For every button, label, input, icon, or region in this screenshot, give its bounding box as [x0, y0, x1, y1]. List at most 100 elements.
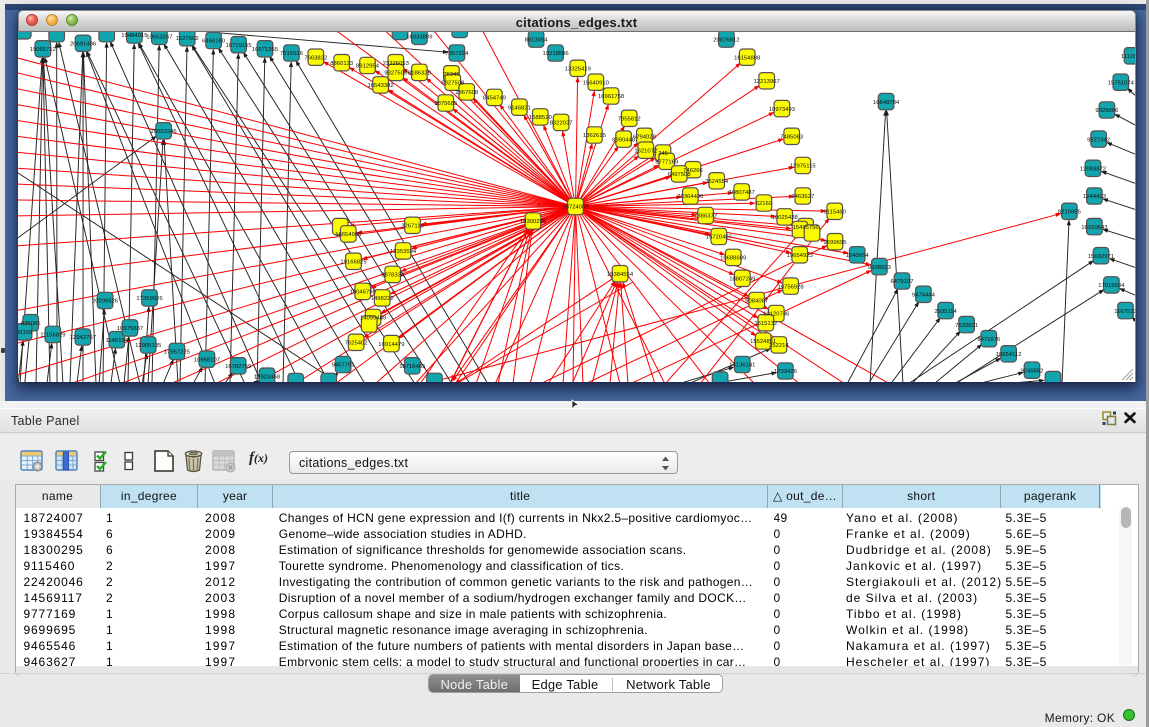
svg-text:20876812: 20876812 [713, 37, 739, 43]
svg-text:8813054: 8813054 [525, 37, 549, 43]
svg-text:835081: 835081 [21, 321, 41, 327]
svg-text:20053346: 20053346 [150, 129, 177, 135]
svg-text:16543382: 16543382 [367, 83, 393, 89]
svg-text:16671355: 16671355 [252, 47, 279, 53]
svg-text:9329966: 9329966 [1095, 108, 1119, 114]
svg-text:9146821: 9146821 [508, 105, 531, 111]
svg-text:18724007: 18724007 [562, 205, 588, 211]
svg-text:16654965: 16654965 [335, 232, 362, 238]
svg-text:1498222: 1498222 [371, 296, 394, 302]
svg-text:10046798: 10046798 [350, 290, 377, 296]
svg-text:10688609: 10688609 [720, 256, 746, 262]
svg-text:8322037: 8322037 [550, 121, 573, 127]
svg-text:3267110: 3267110 [401, 224, 424, 230]
svg-text:19166829: 19166829 [340, 260, 366, 266]
svg-text:9457791: 9457791 [332, 363, 355, 369]
svg-text:2867608: 2867608 [455, 90, 479, 96]
svg-text:6466160: 6466160 [202, 39, 226, 45]
svg-text:9327500: 9327500 [384, 71, 408, 77]
svg-text:15692971: 15692971 [1088, 254, 1114, 260]
svg-text:14136141: 14136141 [729, 363, 755, 369]
svg-text:7632621: 7632621 [955, 323, 978, 329]
svg-text:1733426: 1733426 [774, 369, 798, 375]
svg-text:12905135: 12905135 [135, 343, 162, 349]
svg-text:1145194: 1145194 [106, 338, 129, 344]
svg-text:7625402: 7625402 [345, 341, 368, 347]
svg-text:9777169: 9777169 [655, 160, 678, 166]
svg-text:16033809: 16033809 [406, 35, 432, 41]
svg-text:12923468: 12923468 [254, 374, 281, 380]
svg-text:7386372: 7386372 [694, 214, 717, 220]
svg-text:12093872: 12093872 [1080, 167, 1106, 173]
svg-text:1621072: 1621072 [634, 148, 657, 154]
svg-text:16961758: 16961758 [598, 94, 625, 100]
svg-text:18300295: 18300295 [520, 219, 547, 225]
svg-text:15716485: 15716485 [399, 364, 426, 370]
svg-text:16648784: 16648784 [873, 100, 900, 106]
svg-text:18807249: 18807249 [729, 277, 755, 283]
svg-text:10025438: 10025438 [772, 215, 799, 221]
svg-text:8878334: 8878334 [381, 273, 405, 279]
svg-text:10654112: 10654112 [996, 352, 1022, 358]
svg-text:12353594: 12353594 [390, 249, 417, 255]
svg-text:39159: 39159 [18, 330, 32, 336]
svg-text:1640954: 1640954 [846, 253, 870, 259]
svg-text:16914479: 16914479 [378, 342, 404, 348]
svg-text:1527602: 1527602 [176, 36, 199, 42]
svg-text:19055712: 19055712 [30, 47, 56, 53]
svg-text:11156829: 11156829 [40, 333, 65, 339]
svg-text:17957225: 17957225 [164, 350, 191, 356]
svg-text:20364436: 20364436 [677, 194, 704, 200]
svg-text:12975115: 12975115 [790, 164, 816, 170]
svg-text:1615132: 1615132 [754, 321, 777, 327]
svg-text:10120746: 10120746 [763, 312, 790, 318]
svg-text:13325419: 13325419 [565, 67, 591, 73]
svg-text:17359926: 17359926 [136, 296, 163, 302]
svg-text:17016504: 17016504 [1098, 283, 1125, 289]
svg-text:8912954: 8912954 [356, 64, 380, 70]
svg-text:7485063: 7485063 [780, 135, 804, 141]
svg-text:62160: 62160 [756, 201, 773, 207]
svg-text:8454749: 8454749 [483, 96, 506, 102]
svg-text:19756928: 19756928 [777, 284, 804, 290]
svg-text:1244413: 1244413 [1083, 194, 1107, 200]
svg-text:9938923: 9938923 [868, 265, 892, 271]
svg-text:8860123: 8860123 [330, 61, 354, 67]
svg-text:9474444: 9474444 [912, 293, 936, 299]
svg-text:6794028: 6794028 [633, 135, 657, 141]
svg-text:7515526: 7515526 [280, 51, 304, 57]
svg-text:20206526: 20206526 [92, 299, 119, 305]
svg-text:7357224: 7357224 [445, 51, 469, 57]
svg-text:9699695: 9699695 [824, 240, 848, 246]
svg-text:23226053: 23226053 [383, 61, 410, 67]
svg-text:19384554: 19384554 [607, 272, 634, 278]
svg-text:15640910: 15640910 [583, 80, 610, 86]
svg-text:8186328: 8186328 [408, 71, 432, 77]
svg-text:15495756: 15495756 [792, 225, 819, 231]
svg-text:3875685: 3875685 [434, 101, 458, 107]
svg-text:12213967: 12213967 [754, 79, 780, 85]
svg-text:10807487: 10807487 [729, 190, 755, 196]
svg-text:75346: 75346 [443, 72, 460, 78]
svg-text:6497508: 6497508 [668, 172, 692, 178]
svg-text:245: 245 [658, 151, 669, 157]
svg-text:15751074: 15751074 [1108, 80, 1135, 86]
svg-text:9327508: 9327508 [441, 80, 465, 86]
svg-text:9115460: 9115460 [823, 210, 846, 216]
svg-text:9227342: 9227342 [1087, 137, 1110, 143]
svg-text:19654923: 19654923 [787, 253, 814, 259]
svg-text:16782759: 16782759 [225, 364, 251, 370]
svg-text:1167533: 1167533 [1114, 309, 1135, 315]
svg-text:2935114: 2935114 [934, 309, 957, 315]
svg-text:10973493: 10973493 [769, 107, 796, 113]
svg-text:10975887: 10975887 [117, 326, 143, 332]
svg-text:20691406: 20691406 [70, 42, 97, 48]
svg-text:9245652: 9245652 [1021, 368, 1044, 374]
svg-text:1362615: 1362615 [583, 133, 607, 139]
svg-text:7955812: 7955812 [618, 117, 641, 123]
svg-text:252214: 252214 [769, 343, 789, 349]
svg-text:14099489: 14099489 [360, 316, 386, 322]
svg-text:19484915: 19484915 [121, 33, 148, 39]
svg-text:16210643: 16210643 [1081, 225, 1108, 231]
svg-text:8471676: 8471676 [977, 337, 1001, 343]
